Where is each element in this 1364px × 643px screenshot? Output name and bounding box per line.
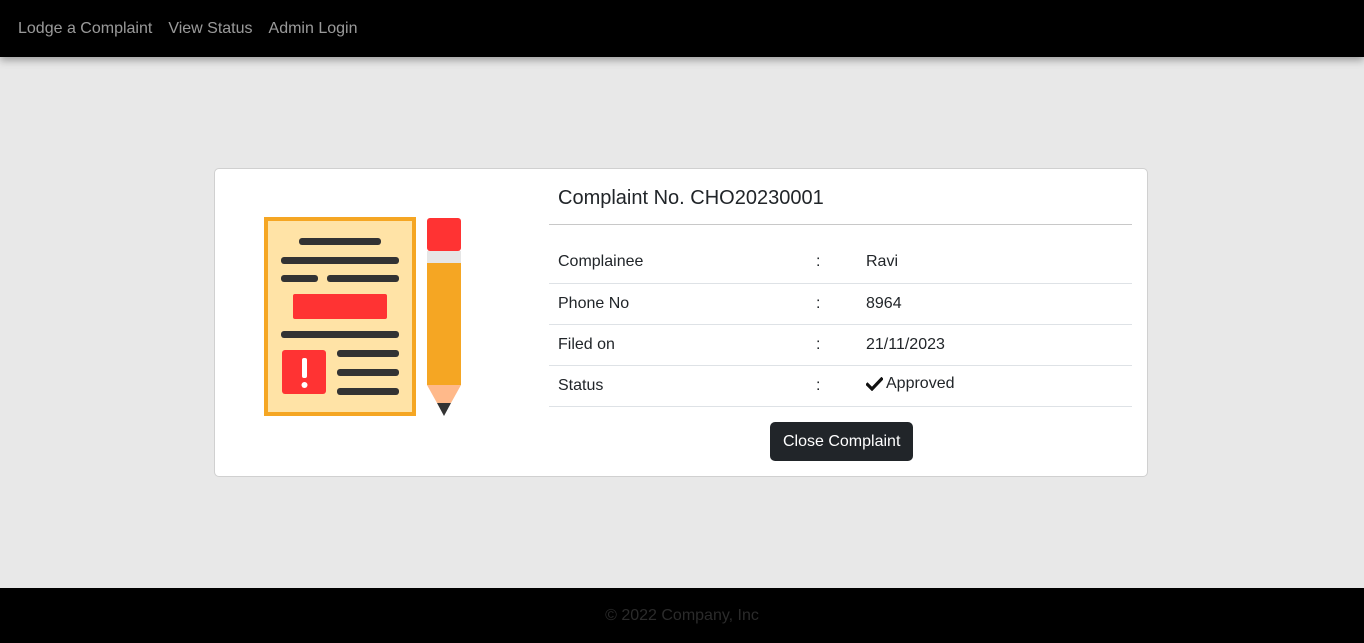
- status-value-cell: Approved: [857, 365, 1132, 407]
- separator: :: [807, 283, 857, 325]
- complaint-title: Complaint No. CHO20230001: [549, 169, 1132, 225]
- phone-label: Phone No: [549, 283, 807, 325]
- table-row: Complainee : Ravi: [549, 242, 1132, 284]
- status-value: Approved: [886, 375, 955, 392]
- check-icon: [865, 376, 884, 396]
- footer-copyright: © 2022 Company, Inc: [605, 606, 759, 624]
- nav-lodge-complaint[interactable]: Lodge a Complaint: [18, 20, 152, 38]
- separator: :: [807, 365, 857, 407]
- document-with-pencil-icon: [263, 215, 483, 430]
- complaint-details: Complaint No. CHO20230001 Complainee : R…: [549, 169, 1132, 461]
- close-complaint-button[interactable]: Close Complaint: [770, 422, 914, 461]
- nav-view-status[interactable]: View Status: [168, 20, 252, 38]
- complaint-card: Complaint No. CHO20230001 Complainee : R…: [214, 168, 1148, 477]
- phone-value: 8964: [857, 283, 1132, 325]
- filed-on-label: Filed on: [549, 324, 807, 366]
- table-row: Status : Approved: [549, 365, 1132, 407]
- table-row: Phone No : 8964: [549, 283, 1132, 325]
- separator: :: [807, 324, 857, 366]
- complainee-label: Complainee: [549, 242, 807, 284]
- top-navbar: Lodge a Complaint View Status Admin Logi…: [0, 0, 1364, 57]
- complaint-details-table: Complainee : Ravi Phone No : 8964 Filed …: [549, 242, 1132, 407]
- table-row: Filed on : 21/11/2023: [549, 324, 1132, 366]
- footer: © 2022 Company, Inc: [0, 588, 1364, 643]
- separator: :: [807, 242, 857, 284]
- status-label: Status: [549, 365, 807, 407]
- filed-on-value: 21/11/2023: [857, 324, 1132, 366]
- complainee-value: Ravi: [857, 242, 1132, 284]
- nav-admin-login[interactable]: Admin Login: [269, 20, 358, 38]
